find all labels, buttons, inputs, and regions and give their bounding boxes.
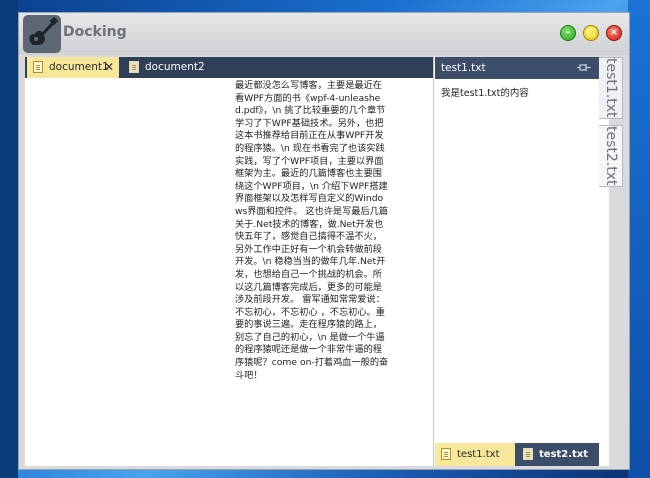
tab-label: document1: [49, 61, 109, 73]
tab-label: test2.txt: [539, 449, 589, 460]
desktop-background-right: [628, 0, 650, 478]
minimize-icon: –: [565, 27, 571, 38]
document-icon: [441, 448, 451, 460]
tab-test2[interactable]: test2.txt: [517, 443, 599, 466]
tab-document1[interactable]: document1 ✕: [27, 57, 119, 78]
side-tab-test2[interactable]: test2.txt: [599, 125, 623, 187]
panel-content: 我是test1.txt的内容: [441, 88, 529, 99]
panel-bottom-tabs: test1.txt test2.txt: [435, 443, 599, 466]
tab-test1[interactable]: test1.txt: [435, 443, 515, 466]
guitar-logo-icon: [23, 15, 61, 53]
window-title: Docking: [63, 24, 127, 40]
desktop-background-left: [0, 0, 18, 478]
maximize-button[interactable]: □: [583, 25, 599, 41]
document-tab-strip: document1 ✕ document2: [25, 57, 433, 78]
panel-header: test1.txt: [435, 57, 599, 79]
panel-title: test1.txt: [441, 62, 486, 74]
tab-label: test1.txt: [457, 449, 500, 460]
title-bar[interactable]: Docking – □ ×: [19, 13, 629, 55]
document-icon: [33, 61, 43, 73]
document-pane: document1 ✕ document2 最近都没怎么写博客，主要是最近在看W…: [25, 57, 434, 466]
main-window: Docking – □ × document1 ✕ document2 最近都没…: [18, 12, 630, 470]
side-tab-test1[interactable]: test1.txt: [599, 57, 623, 119]
tab-label: document2: [145, 61, 205, 73]
document-icon: [523, 448, 533, 460]
side-tool-panel: test1.txt 我是test1.txt的内容 test1.txt test2…: [435, 57, 599, 466]
pin-icon[interactable]: [577, 62, 591, 74]
close-icon: ×: [609, 27, 619, 38]
tab-close-icon[interactable]: ✕: [104, 57, 114, 78]
maximize-icon: □: [586, 27, 596, 38]
document-text[interactable]: 最近都没怎么写博客，主要是最近在看WPF方面的书《wpf-4-unleashed…: [235, 80, 389, 382]
tab-document2[interactable]: document2: [123, 57, 223, 78]
close-button[interactable]: ×: [606, 25, 622, 41]
document-icon: [129, 61, 139, 73]
dock-content-area: document1 ✕ document2 最近都没怎么写博客，主要是最近在看W…: [25, 57, 609, 466]
minimize-button[interactable]: –: [560, 25, 576, 41]
